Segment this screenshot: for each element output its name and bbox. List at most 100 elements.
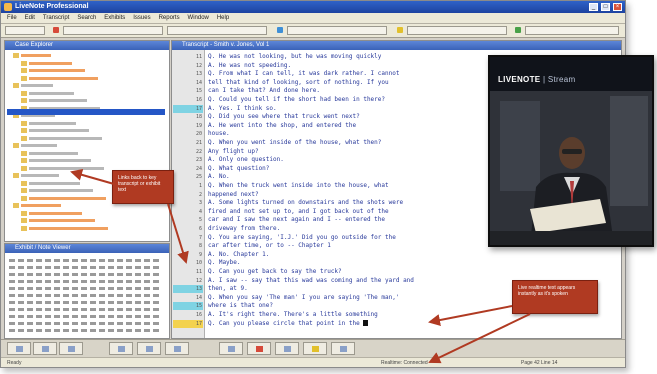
- tree-node[interactable]: [21, 60, 72, 68]
- tool-button-4[interactable]: [109, 342, 133, 355]
- hex-row: [9, 258, 159, 264]
- folder-icon: [13, 203, 19, 209]
- menu-edit[interactable]: Edit: [25, 13, 35, 23]
- tool-7-icon: [228, 346, 235, 352]
- case-tree-title: Case Explorer: [5, 41, 169, 50]
- window-title: LiveNote Professional: [15, 3, 89, 10]
- tree-node[interactable]: [21, 75, 98, 83]
- video-stream-window[interactable]: LIVENOTE | Stream: [488, 55, 654, 247]
- folder-icon: [21, 218, 27, 224]
- menu-help[interactable]: Help: [217, 13, 229, 23]
- menu-transcript[interactable]: Transcript: [43, 13, 69, 23]
- folder-icon: [21, 158, 27, 164]
- tool-2-icon: [42, 346, 49, 352]
- transcript-line[interactable]: Q. Can you please circle that point in t…: [208, 320, 618, 328]
- line-number: 21: [195, 140, 202, 146]
- hex-row: [9, 307, 159, 313]
- tool-button-6[interactable]: [165, 342, 189, 355]
- tree-node[interactable]: [21, 98, 87, 105]
- tool-button-10[interactable]: [303, 342, 327, 355]
- folder-icon: [21, 120, 27, 126]
- menu-file[interactable]: File: [7, 13, 17, 23]
- folder-icon: [21, 98, 27, 104]
- transcript-line[interactable]: Q. Can you get back to say the truck?: [208, 268, 618, 276]
- folder-icon: [21, 68, 27, 74]
- menu-exhibits[interactable]: Exhibits: [104, 13, 125, 23]
- tree-node[interactable]: [13, 83, 53, 90]
- tool-10-icon: [312, 346, 319, 352]
- tree-node[interactable]: [21, 90, 74, 98]
- close-button[interactable]: ×: [613, 3, 622, 11]
- line-number: 13: [195, 286, 202, 293]
- tool-3-icon: [68, 346, 75, 352]
- tool-button-5[interactable]: [137, 342, 161, 355]
- tree-node[interactable]: [21, 128, 89, 135]
- tree-node[interactable]: [21, 165, 104, 173]
- app-icon: [4, 3, 12, 11]
- menu-reports[interactable]: Reports: [159, 13, 180, 23]
- line-number: 8: [198, 243, 202, 250]
- folder-icon: [21, 188, 27, 194]
- folder-icon: [21, 225, 27, 231]
- tool-button-7[interactable]: [219, 342, 243, 355]
- tree-node[interactable]: [21, 188, 93, 195]
- tool-9-icon: [284, 346, 291, 352]
- minimize-button[interactable]: _: [589, 3, 598, 11]
- case-tree-panel: Case Explorer: [4, 40, 170, 242]
- tool-5-icon: [146, 346, 153, 352]
- tool-button-1[interactable]: [7, 342, 31, 355]
- tool-button-11[interactable]: [331, 342, 355, 355]
- tree-node[interactable]: [21, 120, 76, 128]
- toolbar-button-annotations[interactable]: [407, 26, 507, 35]
- status-middle: Realtime: Connected: [381, 360, 428, 366]
- tree-node[interactable]: [21, 135, 102, 143]
- tree-node[interactable]: [21, 68, 85, 75]
- tree-node[interactable]: [21, 195, 106, 203]
- tree-node[interactable]: [21, 180, 80, 188]
- line-number: 25: [195, 174, 202, 181]
- tree-node[interactable]: [21, 218, 95, 225]
- hex-row: [9, 300, 159, 306]
- tool-button-8[interactable]: [247, 342, 271, 355]
- line-number: 15: [195, 88, 202, 95]
- folder-icon: [21, 60, 27, 66]
- tree-node[interactable]: [21, 225, 108, 233]
- selected-tree-row[interactable]: [7, 109, 165, 115]
- toolbar-button-reports[interactable]: [525, 26, 619, 35]
- maximize-button[interactable]: □: [601, 3, 610, 11]
- tree-node[interactable]: [13, 203, 61, 210]
- tree-node[interactable]: [21, 150, 78, 158]
- line-number: 4: [198, 208, 202, 215]
- tree-node[interactable]: [13, 53, 51, 60]
- transcript-line[interactable]: A. No. Chapter 1.: [208, 251, 618, 259]
- tool-button-3[interactable]: [59, 342, 83, 355]
- toolbar-button-clips[interactable]: [63, 26, 163, 35]
- bottom-toolbar: [1, 339, 625, 357]
- tool-button-2[interactable]: [33, 342, 57, 355]
- record-icon: [53, 27, 59, 33]
- menu-issues[interactable]: Issues: [133, 13, 150, 23]
- folder-icon: [13, 53, 19, 59]
- callout-links-back: Links back to key transcript or exhibit …: [112, 170, 174, 204]
- line-number: 10: [195, 260, 202, 267]
- tree-node[interactable]: [21, 158, 91, 165]
- realtime-cursor: [363, 320, 369, 327]
- tool-button-9[interactable]: [275, 342, 299, 355]
- tree-node[interactable]: [13, 173, 59, 180]
- tree-node[interactable]: [21, 210, 82, 218]
- tree-node[interactable]: [13, 143, 57, 150]
- menu-window[interactable]: Window: [188, 13, 209, 23]
- line-number: 24: [195, 165, 202, 172]
- line-number: 2: [198, 191, 202, 198]
- toolbar-button-exhibits[interactable]: [167, 26, 267, 35]
- line-number: 5: [198, 217, 202, 224]
- transcript-line[interactable]: Q. Maybe.: [208, 259, 618, 267]
- folder-icon: [21, 210, 27, 216]
- menu-search[interactable]: Search: [77, 13, 96, 23]
- toolbar-button-transcripts[interactable]: [5, 26, 45, 35]
- toolbar-button-issues[interactable]: [287, 26, 387, 35]
- status-bar: Ready Realtime: Connected Page 42 Line 1…: [1, 357, 625, 367]
- video-header: LIVENOTE | Stream: [490, 57, 652, 91]
- status-left: Ready: [7, 360, 22, 366]
- line-number: 14: [195, 294, 202, 301]
